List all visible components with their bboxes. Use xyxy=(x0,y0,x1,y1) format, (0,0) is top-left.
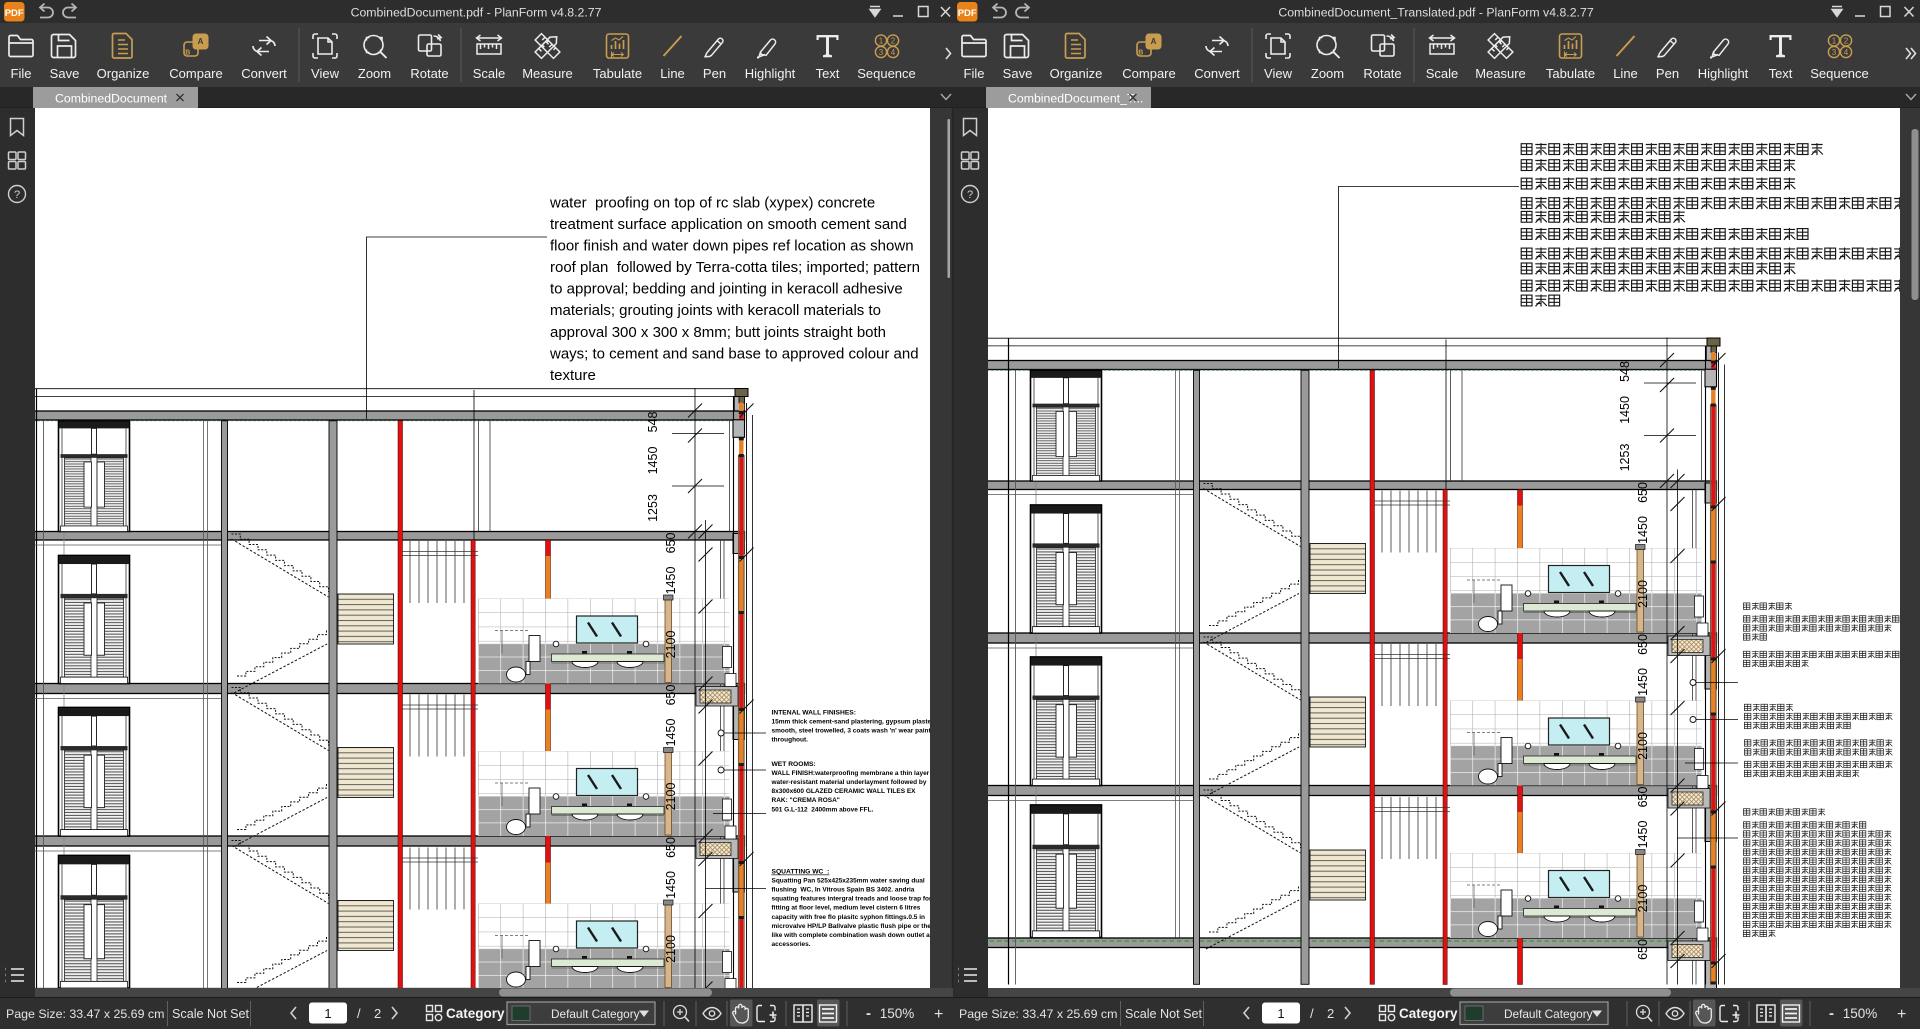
svg-text:Organize: Organize xyxy=(97,66,150,81)
svg-text:ways; to cement and sand base: ways; to cement and sand base to approve… xyxy=(549,345,919,362)
svg-text:Scale Not Set: Scale Not Set xyxy=(1125,1007,1203,1021)
svg-text:Page Size: 33.47 x 25.69 cm: Page Size: 33.47 x 25.69 cm xyxy=(959,1007,1117,1021)
svg-text:View: View xyxy=(1264,66,1293,81)
svg-text:Sequence: Sequence xyxy=(857,66,916,81)
svg-text:Highlight: Highlight xyxy=(1698,66,1749,81)
svg-text:flushing WC, In Vitrous Spain: flushing WC, In Vitrous Spain BS 3402. a… xyxy=(772,887,915,894)
svg-text:Save: Save xyxy=(50,66,80,81)
svg-text:Category: Category xyxy=(1399,1006,1458,1021)
svg-text:CombinedDocument_Translated.pd: CombinedDocument_Translated.pdf - PlanFo… xyxy=(1278,6,1593,20)
svg-text:WALL FINISH:waterproofing memb: WALL FINISH:waterproofing membrane a thi… xyxy=(772,770,938,777)
svg-text:Rotate: Rotate xyxy=(410,66,448,81)
svg-text:Convert: Convert xyxy=(241,66,287,81)
svg-text:Scale Not Set: Scale Not Set xyxy=(172,1007,250,1021)
svg-text:Compare: Compare xyxy=(1122,66,1175,81)
svg-text:approval 300 x 300 x 8mm; butt: approval 300 x 300 x 8mm; butt joints st… xyxy=(550,324,886,341)
svg-text:smooth, steel trowelled, 3 coa: smooth, steel trowelled, 3 coats wash 'n… xyxy=(772,728,939,735)
svg-text:to approval; bedding and joint: to approval; bedding and jointing in ker… xyxy=(550,281,903,298)
svg-text:Sequence: Sequence xyxy=(1810,66,1869,81)
svg-text:Line: Line xyxy=(1613,66,1638,81)
svg-text:Text: Text xyxy=(816,66,840,81)
svg-text:Compare: Compare xyxy=(169,66,222,81)
svg-text:File: File xyxy=(11,66,32,81)
svg-text:Pen: Pen xyxy=(703,66,726,81)
svg-text:Scale: Scale xyxy=(473,66,506,81)
svg-text:Text: Text xyxy=(1769,66,1793,81)
svg-text:Measure: Measure xyxy=(1475,66,1526,81)
svg-text:texture: texture xyxy=(550,367,596,384)
svg-text:Organize: Organize xyxy=(1050,66,1103,81)
svg-text:CombinedDocument: CombinedDocument xyxy=(55,92,168,106)
svg-text:Rotate: Rotate xyxy=(1363,66,1401,81)
svg-text:2: 2 xyxy=(1327,1006,1334,1021)
svg-text:accessories.: accessories. xyxy=(772,941,811,948)
svg-text:RAK: "CREMA ROSA": RAK: "CREMA ROSA" xyxy=(772,797,840,804)
svg-text:Save: Save xyxy=(1003,66,1033,81)
svg-text:Default Category: Default Category xyxy=(1504,1007,1593,1021)
svg-text:treatment surface application: treatment surface application on smooth … xyxy=(550,216,907,233)
svg-text:PDF: PDF xyxy=(958,8,977,19)
svg-text:/: / xyxy=(357,1006,361,1021)
svg-text:Scale: Scale xyxy=(1426,66,1459,81)
svg-text:roof plan followed by Terra-c: roof plan followed by Terra-cotta tiles;… xyxy=(550,259,920,276)
svg-text:Category: Category xyxy=(446,1006,505,1021)
svg-text:150%: 150% xyxy=(1843,1006,1878,1021)
svg-text:like with complete combination: like with complete combination wash down… xyxy=(772,932,938,939)
svg-text:capacity with free flo plasitc: capacity with free flo plasitc syphon fi… xyxy=(772,914,926,921)
svg-text:INTENAL WALL FINISHES:: INTENAL WALL FINISHES: xyxy=(772,710,856,717)
svg-text:8x300x600 GLAZED CERAMIC WALL: 8x300x600 GLAZED CERAMIC WALL TILES EX xyxy=(772,788,917,795)
svg-text:Default Category: Default Category xyxy=(551,1007,640,1021)
svg-text:View: View xyxy=(311,66,340,81)
svg-text:-: - xyxy=(866,1005,871,1022)
svg-text:1: 1 xyxy=(1277,1006,1284,1021)
svg-text:SQUATTING WC :: SQUATTING WC : xyxy=(772,869,830,876)
svg-text:150%: 150% xyxy=(880,1006,915,1021)
svg-text:materials; grouting joints wit: materials; grouting joints with keracoll… xyxy=(550,302,881,319)
svg-text:File: File xyxy=(964,66,985,81)
svg-text:Highlight: Highlight xyxy=(745,66,796,81)
svg-text:/: / xyxy=(1310,1006,1314,1021)
svg-text:PDF: PDF xyxy=(5,8,24,19)
svg-text:Page Size: 33.47 x 25.69 cm: Page Size: 33.47 x 25.69 cm xyxy=(6,1007,164,1021)
svg-text:+: + xyxy=(1897,1006,1906,1023)
svg-text:throughout.: throughout. xyxy=(772,737,809,744)
svg-text:CombinedDocument_T...: CombinedDocument_T... xyxy=(1008,92,1143,106)
svg-text:2: 2 xyxy=(374,1006,381,1021)
svg-text:+: + xyxy=(934,1006,943,1023)
svg-text:Line: Line xyxy=(660,66,685,81)
svg-text:Squatting Pan 525x425x235mm wa: Squatting Pan 525x425x235mm water saving… xyxy=(772,878,925,885)
svg-text:Convert: Convert xyxy=(1194,66,1240,81)
svg-text:Zoom: Zoom xyxy=(358,66,391,81)
svg-text:-: - xyxy=(1829,1005,1834,1022)
svg-text:501 G.L-112 2400mm above FFL.: 501 G.L-112 2400mm above FFL. xyxy=(772,806,874,813)
svg-text:CombinedDocument.pdf - PlanFor: CombinedDocument.pdf - PlanForm v4.8.2.7… xyxy=(351,6,602,20)
svg-text:Zoom: Zoom xyxy=(1311,66,1344,81)
svg-text:Pen: Pen xyxy=(1656,66,1679,81)
svg-text:floor finish and water down pi: floor finish and water down pipes ref lo… xyxy=(550,238,914,255)
svg-text:fitting at floor level, medium: fitting at floor level, medium level cis… xyxy=(772,905,921,912)
svg-text:Tabulate: Tabulate xyxy=(593,66,642,81)
svg-text:Tabulate: Tabulate xyxy=(1546,66,1595,81)
svg-text:water proofing on top of rc s: water proofing on top of rc slab (xypex)… xyxy=(549,195,875,212)
svg-text:water-resistant material under: water-resistant material underlayment fo… xyxy=(771,779,927,786)
svg-text:squating features intergral tr: squating features intergral treads and l… xyxy=(772,896,932,903)
svg-text:1: 1 xyxy=(324,1006,331,1021)
svg-text:15mm thick cement-sand plaster: 15mm thick cement-sand plastering, gypsu… xyxy=(772,719,935,726)
svg-text:WET ROOMS:: WET ROOMS: xyxy=(772,761,816,768)
svg-text:microvalve HP/LP Ballvalve pla: microvalve HP/LP Ballvalve plastic flush… xyxy=(772,923,932,930)
svg-text:Measure: Measure xyxy=(522,66,573,81)
